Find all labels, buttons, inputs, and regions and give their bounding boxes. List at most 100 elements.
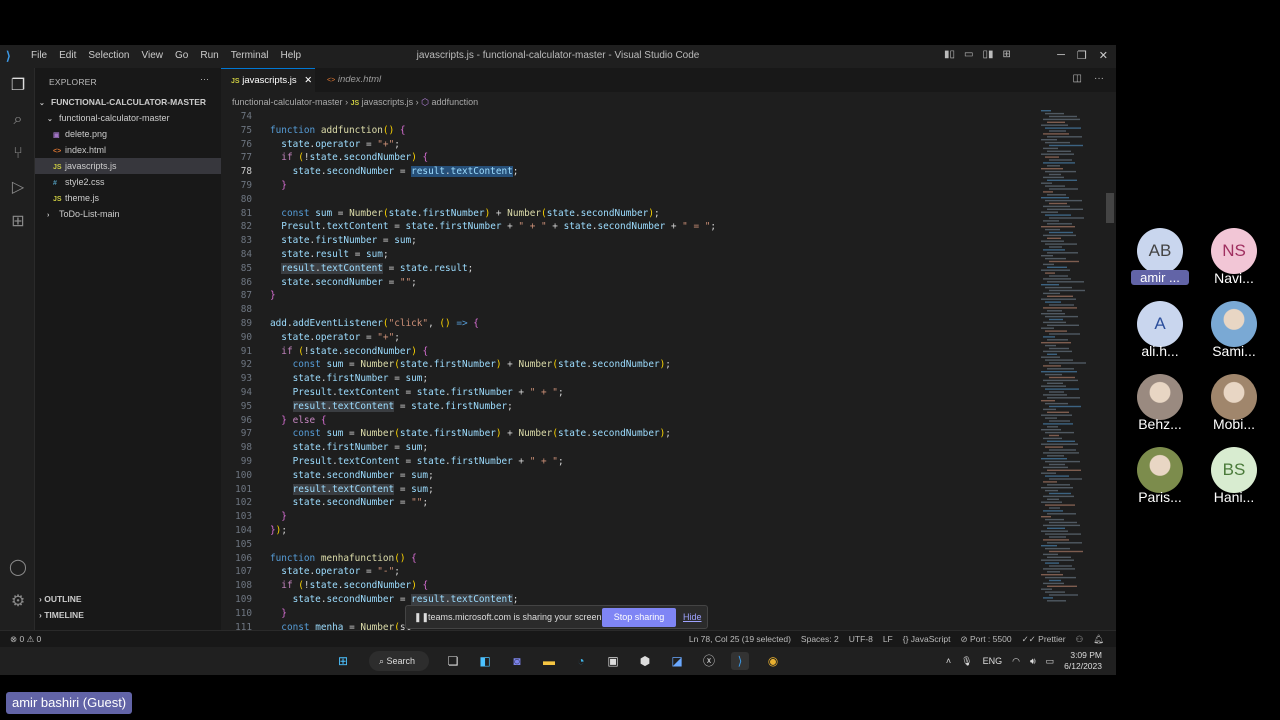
source-control-icon[interactable]: ⑂: [8, 144, 28, 164]
microphone-icon[interactable]: 🎙︎: [961, 656, 972, 667]
folder-todo-list[interactable]: › ToDo-List-main: [35, 206, 221, 222]
settings-gear-icon[interactable]: ⚙: [8, 592, 28, 612]
language-indicator[interactable]: ENG: [983, 656, 1003, 666]
code-line[interactable]: result.textContent = state.result;: [270, 262, 473, 276]
more-actions-icon[interactable]: ···: [1094, 73, 1104, 84]
volume-icon[interactable]: 🔊︎: [1030, 656, 1036, 667]
teams-chat-icon[interactable]: ◙: [508, 652, 526, 670]
store-icon[interactable]: ▣: [604, 652, 622, 670]
code-line[interactable]: if (!state.secondNumber) {: [270, 151, 428, 165]
search-icon[interactable]: ⌕: [8, 110, 28, 130]
taskbar-search[interactable]: ⌕ Search: [369, 651, 429, 671]
run-debug-icon[interactable]: ▷: [8, 178, 28, 198]
tab-javascripts-js[interactable]: JS javascripts.js ✕: [221, 68, 315, 92]
code-line[interactable]: }: [270, 179, 287, 193]
code-editor[interactable]: 74 75 function addfunction() {76 state.ope…: [221, 110, 1041, 633]
file-theme-js[interactable]: JS theme.js: [35, 190, 221, 206]
explorer-icon[interactable]: ❐: [8, 76, 28, 96]
minimize-icon[interactable]: ─: [1057, 49, 1065, 62]
file-explorer-icon[interactable]: ▬: [540, 652, 558, 670]
toggle-secondary-sidebar-icon[interactable]: ▯▮: [982, 49, 993, 60]
participant-tile[interactable]: Mobi...: [1196, 374, 1272, 438]
participant-tile[interactable]: BS Hani...: [1196, 447, 1272, 511]
participant-tile[interactable]: Sami...: [1196, 301, 1272, 365]
clock[interactable]: 3:09 PM 6/12/2023: [1064, 650, 1102, 672]
breadcrumb-symbol[interactable]: addfunction: [432, 97, 479, 107]
project-root[interactable]: ⌄ FUNCTIONAL-CALCULATOR-MASTER: [35, 94, 221, 110]
windows-start-icon[interactable]: ⊞: [334, 652, 352, 670]
tab-index-html[interactable]: <> index.html: [317, 68, 407, 92]
code-line[interactable]: const sum = Number(state.firstNumber) + …: [270, 207, 659, 221]
battery-icon[interactable]: ▭: [1046, 656, 1055, 667]
participant-tile[interactable]: NS Navi...: [1196, 228, 1272, 292]
task-view-icon[interactable]: ❏: [444, 652, 462, 670]
code-line[interactable]: state.firstNumber = sum;: [270, 234, 417, 248]
code-line[interactable]: state.operator = "-";: [270, 565, 400, 579]
prettier-status[interactable]: ✓✓ Prettier: [1022, 634, 1066, 645]
code-line[interactable]: Presult.textContent = state.firstNumber …: [270, 386, 564, 400]
code-line[interactable]: state.result = sum;: [270, 248, 388, 262]
chevron-up-icon[interactable]: ˄: [946, 656, 951, 666]
extensions-icon[interactable]: ⊞: [8, 212, 28, 232]
code-line[interactable]: result.textContent = sum;: [270, 483, 434, 497]
vscode-taskbar-icon[interactable]: ⟩: [731, 652, 749, 670]
code-line[interactable]: }: [270, 510, 287, 524]
file-index-html[interactable]: <> index.html: [35, 142, 221, 158]
chrome-icon[interactable]: ◉: [764, 652, 782, 670]
live-server-port[interactable]: ⊘ Port : 5500: [960, 634, 1011, 645]
code-line[interactable]: state.operator = "+";: [270, 331, 400, 345]
hide-link[interactable]: Hide: [683, 612, 702, 622]
file-javascripts-js[interactable]: JS javascripts.js: [35, 158, 221, 174]
more-actions-icon[interactable]: ···: [200, 74, 209, 84]
code-line[interactable]: state.firstNumber = sum;: [270, 372, 429, 386]
code-line[interactable]: }: [270, 289, 276, 303]
code-line[interactable]: }: [270, 607, 287, 621]
problems-indicator[interactable]: ⊗ 0 ⚠ 0: [10, 634, 41, 645]
customize-layout-icon[interactable]: ⊞: [1002, 49, 1010, 60]
participant-tile[interactable]: Paris...: [1122, 447, 1198, 511]
folder-functional-calculator[interactable]: ⌄ functional-calculator-master: [35, 110, 221, 126]
file-delete-png[interactable]: ▣ delete.png: [35, 126, 221, 142]
code-line[interactable]: function addfunction() {: [270, 124, 406, 138]
close-tab-icon[interactable]: ✕: [304, 75, 312, 86]
code-line[interactable]: state.secondNumber = sum;: [270, 469, 434, 483]
app-icon[interactable]: ⬢: [636, 652, 654, 670]
outline-section[interactable]: › OUTLINE: [39, 594, 82, 604]
code-line[interactable]: if (!state.secondNumber) {: [270, 345, 428, 359]
toggle-panel-icon[interactable]: ▭: [964, 49, 973, 60]
code-line[interactable]: state.secondNumber = "";: [270, 496, 429, 510]
code-line[interactable]: const sum = Number(state.firstNumber) + …: [270, 358, 671, 372]
participant-tile[interactable]: AB amir ...: [1122, 228, 1198, 292]
vertical-scrollbar[interactable]: [1106, 193, 1114, 223]
stop-sharing-button[interactable]: Stop sharing: [602, 608, 676, 627]
code-line[interactable]: result.textContent = state.firstNumber;: [270, 400, 513, 414]
language-mode[interactable]: {} JavaScript: [903, 634, 951, 645]
notifications-bell-icon[interactable]: 🔔︎: [1093, 634, 1104, 645]
breadcrumb-file[interactable]: javascripts.js: [362, 97, 414, 107]
code-line[interactable]: const sum = Number(state.firstNumber) + …: [270, 427, 671, 441]
close-icon[interactable]: ✕: [1099, 49, 1108, 62]
encoding[interactable]: UTF-8: [849, 634, 873, 645]
maximize-icon[interactable]: ❐: [1077, 49, 1087, 62]
accounts-icon[interactable]: ◯: [8, 558, 28, 578]
minimap[interactable]: [1039, 110, 1099, 610]
xbox-icon[interactable]: ⓧ: [700, 652, 718, 670]
visual-studio-icon[interactable]: ◪: [668, 652, 686, 670]
code-line[interactable]: } else {: [270, 414, 326, 428]
feedback-icon[interactable]: ⚇: [1076, 634, 1084, 645]
indentation[interactable]: Spaces: 2: [801, 634, 839, 645]
widgets-icon[interactable]: ◧: [476, 652, 494, 670]
wifi-icon[interactable]: ◠: [1012, 656, 1020, 667]
code-line[interactable]: state.secondNumber = "";: [270, 276, 417, 290]
edge-icon[interactable]: ◔: [572, 652, 590, 670]
cursor-position[interactable]: Ln 78, Col 25 (19 selected): [689, 634, 791, 645]
code-line[interactable]: });: [270, 524, 287, 538]
file-style2-css[interactable]: # style2.css: [35, 174, 221, 190]
code-line[interactable]: state.operator = "+";: [270, 138, 400, 152]
code-line[interactable]: function menhafunction() {: [270, 552, 417, 566]
participant-tile[interactable]: Behz...: [1122, 374, 1198, 438]
code-line[interactable]: add.addEventListener("click", () => {: [270, 317, 479, 331]
participant-tile[interactable]: Aali.h...: [1122, 301, 1198, 365]
timeline-section[interactable]: › TIMELINE: [39, 610, 84, 620]
toggle-sidebar-icon[interactable]: ▮▯: [944, 49, 955, 60]
